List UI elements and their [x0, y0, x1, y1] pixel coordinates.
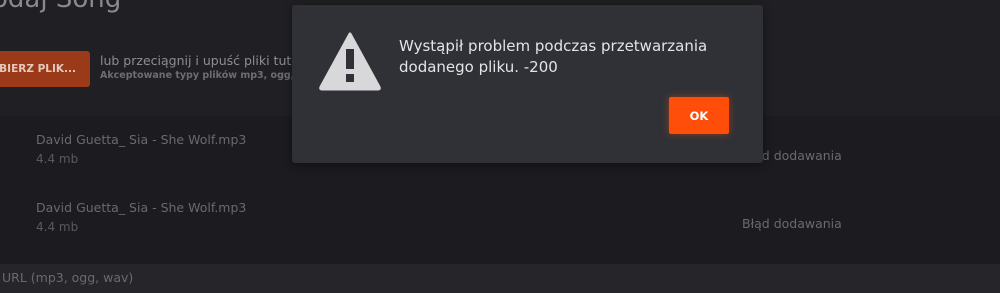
file-size: 4.4 mb [36, 152, 79, 166]
url-input[interactable]: URL (mp3, ogg, wav) [0, 264, 1000, 293]
upload-text: lub przeciągnij i upuść pliki tutaj Akce… [100, 53, 319, 81]
file-name: David Guetta_ Sia - She Wolf.mp3 [36, 200, 247, 215]
drop-hint: lub przeciągnij i upuść pliki tutaj [100, 53, 303, 68]
file-size: 4.4 mb [36, 220, 79, 234]
list-item: David Guetta_ Sia - She Wolf.mp3 4.4 mb … [0, 200, 1000, 262]
ok-button[interactable]: OK [669, 97, 729, 134]
dialog-message: Wystąpił problem podczas przetwarzania d… [399, 37, 708, 76]
accepted-types: Akceptowane typy plików mp3, ogg, wav [100, 70, 319, 81]
page: Dodaj Song WYBIERZ PLIK... lub przeciągn… [0, 0, 1000, 293]
warning-icon [319, 32, 381, 91]
page-title: Dodaj Song [0, 0, 121, 14]
url-placeholder: URL (mp3, ogg, wav) [2, 270, 134, 285]
upload-area: WYBIERZ PLIK... [0, 51, 90, 87]
error-dialog: Wystąpił problem podczas przetwarzania d… [292, 5, 763, 163]
choose-file-button[interactable]: WYBIERZ PLIK... [0, 51, 90, 87]
file-status: Błąd dodawania [742, 216, 842, 231]
file-name: David Guetta_ Sia - She Wolf.mp3 [36, 132, 247, 147]
